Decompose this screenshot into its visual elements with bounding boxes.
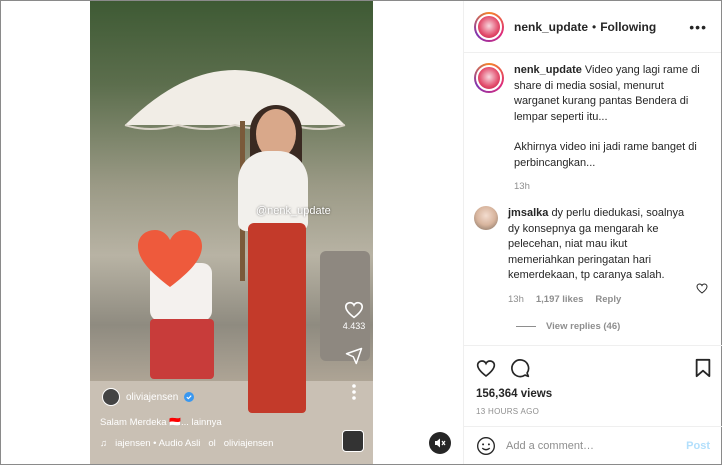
view-replies-button[interactable]: View replies (46) <box>516 321 712 332</box>
video-author-name: oliviajensen <box>126 391 179 403</box>
add-comment-bar: Add a comment… Post <box>464 426 722 464</box>
woman-sarong <box>248 223 306 413</box>
caption-text: nenk_update Video yang lagi rame di shar… <box>514 63 700 171</box>
woman-kebaya <box>238 151 308 231</box>
post-timestamp[interactable]: 13 HOURS AGO <box>476 407 712 416</box>
verified-badge-icon <box>184 392 195 402</box>
mute-button[interactable] <box>429 432 451 454</box>
post-caption: nenk_update Video yang lagi rame di shar… <box>474 63 712 192</box>
caption-age[interactable]: 13h <box>514 181 530 192</box>
add-comment-input[interactable]: Add a comment… <box>506 440 594 452</box>
media-area: @nenk_update 4.433 oliviajensen Salam Me… <box>1 1 463 464</box>
post-actions: 156,364 views 13 HOURS AGO <box>464 345 722 416</box>
comment-item: jmsalka dy perlu diedukasi, soalnya dy k… <box>474 206 712 305</box>
comment-meta: 13h 1,197 likes Reply <box>508 294 694 305</box>
video-audio: ♫ iajensen • Audio Asli ol oliviajensen <box>100 438 273 449</box>
video-caption: Salam Merdeka 🇮🇩... lainnya <box>100 417 222 428</box>
emoji-icon[interactable] <box>476 436 496 456</box>
like-icon[interactable] <box>476 359 496 378</box>
view-count[interactable]: 156,364 views <box>476 388 712 400</box>
comment-age[interactable]: 13h <box>508 294 524 305</box>
music-icon: ♫ <box>100 438 108 449</box>
header-separator: • <box>592 19 597 34</box>
comment-icon[interactable] <box>510 358 530 378</box>
video-player[interactable]: @nenk_update 4.433 oliviajensen Salam Me… <box>90 1 373 464</box>
comment-like-icon[interactable] <box>696 283 708 294</box>
video-share-icon[interactable] <box>345 347 363 365</box>
video-audio-suffix: ol <box>208 438 216 449</box>
header-username[interactable]: nenk_update <box>514 20 588 34</box>
comment-text: jmsalka dy perlu diedukasi, soalnya dy k… <box>508 206 694 284</box>
comment-likes[interactable]: 1,197 likes <box>536 294 584 305</box>
video-author[interactable]: oliviajensen <box>102 388 195 406</box>
child-skirt <box>150 319 214 379</box>
action-icons <box>476 358 712 378</box>
following-button[interactable]: Following <box>600 20 656 34</box>
muted-speaker-icon <box>435 438 446 448</box>
video-like-count: 4.433 <box>342 321 366 331</box>
author-avatar-image <box>476 13 502 40</box>
post-panel: nenk_update • Following ••• nenk_update … <box>463 1 722 464</box>
video-like-icon[interactable] <box>344 301 364 319</box>
video-author-avatar <box>102 388 120 406</box>
post-comment-button[interactable]: Post <box>686 440 710 452</box>
caption-author-avatar-image <box>476 65 502 91</box>
post-header: nenk_update • Following ••• <box>464 1 721 53</box>
video-more-icon[interactable] <box>351 383 357 401</box>
video-audio-user: oliviajensen <box>223 438 274 449</box>
more-options-icon[interactable]: ••• <box>689 19 707 35</box>
view-replies-label: View replies (46) <box>546 320 621 332</box>
commenter-avatar[interactable] <box>474 206 498 230</box>
heart-sticker-icon <box>138 230 202 287</box>
bookmark-icon[interactable] <box>694 358 712 378</box>
commenter-name[interactable]: jmsalka <box>508 207 548 219</box>
audio-thumbnail[interactable] <box>342 430 364 452</box>
video-audio-text: iajensen • Audio Asli <box>115 438 201 449</box>
author-avatar[interactable] <box>474 11 504 42</box>
video-watermark: @nenk_update <box>256 205 331 217</box>
video-side-actions: 4.433 <box>340 301 368 401</box>
caption-paragraph-2: Akhirnya video ini jadi rame banget di p… <box>514 141 697 169</box>
umbrella-graphic <box>124 70 346 130</box>
caption-author[interactable]: nenk_update <box>514 64 582 76</box>
caption-meta: 13h <box>514 181 700 192</box>
comments-list: nenk_update Video yang lagi rame di shar… <box>464 63 722 345</box>
replies-divider <box>516 325 536 327</box>
caption-author-avatar[interactable] <box>474 63 504 93</box>
comment-reply-button[interactable]: Reply <box>595 294 621 305</box>
